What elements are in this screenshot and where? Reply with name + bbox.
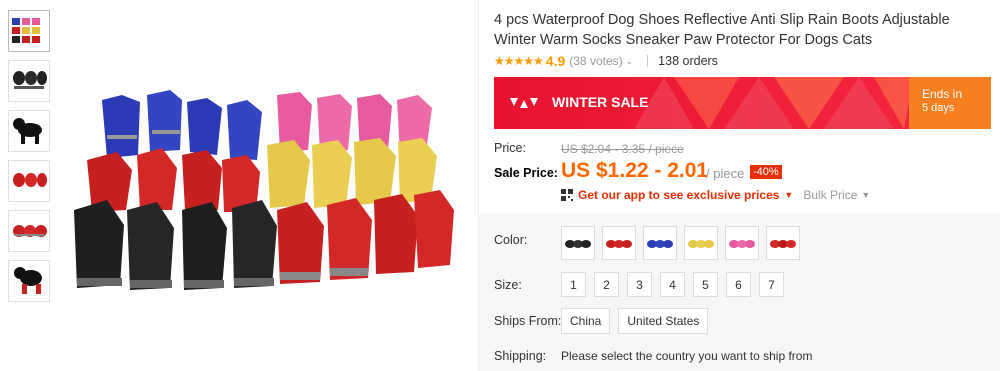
color-swatch-yellow[interactable]: [684, 226, 718, 260]
thumbnail-2[interactable]: [8, 60, 50, 102]
chevron-down-icon[interactable]: ▼: [861, 190, 870, 200]
qr-code-icon: [561, 189, 573, 201]
bulk-price-link[interactable]: Bulk Price: [803, 188, 857, 202]
thumbnail-3[interactable]: [8, 110, 50, 152]
app-price-row: Get our app to see exclusive prices ▼ Bu…: [561, 188, 870, 202]
shoes-collage-thumb: [12, 18, 40, 43]
size-option-1[interactable]: 1: [561, 272, 586, 297]
banner-label: WINTER SALE: [552, 94, 649, 110]
divider: [647, 55, 649, 67]
sale-price-label: Sale Price:: [494, 166, 558, 180]
dog-thumb: [13, 118, 42, 144]
color-swatch-pink[interactable]: [725, 226, 759, 260]
discount-badge: -40%: [750, 165, 782, 179]
chevron-down-icon[interactable]: ▼: [784, 190, 793, 200]
black-shoes-icon: [565, 240, 591, 248]
countdown-box: Ends in 5 days: [909, 77, 991, 129]
product-title: 4 pcs Waterproof Dog Shoes Reflective An…: [494, 12, 950, 48]
thumbnail-4[interactable]: [8, 160, 50, 202]
pink-shoes-icon: [729, 240, 755, 248]
days-left: 5 days: [922, 102, 955, 114]
star-rating-icon: ★★★★★: [494, 54, 544, 68]
size-option-3[interactable]: 3: [627, 272, 652, 297]
product-main-image[interactable]: [62, 60, 462, 330]
color-swatch-red-alt[interactable]: [766, 226, 800, 260]
sale-logo-icon: [510, 98, 538, 108]
shipping-message: Please select the country you want to sh…: [561, 349, 813, 363]
red-shoes-thumb: [13, 173, 47, 187]
size-option-5[interactable]: 5: [693, 272, 718, 297]
winter-sale-banner: WINTER SALE Ends in 5 days: [494, 77, 991, 129]
per-piece-unit: / piece: [706, 166, 745, 181]
yellow-boots: [267, 138, 437, 208]
red-shoes-icon: [606, 240, 632, 248]
size-option-4[interactable]: 4: [660, 272, 685, 297]
sale-price: US $1.22 - 2.01: [561, 159, 709, 182]
dog-thumb-2: [14, 267, 42, 294]
blue-boots: [102, 90, 262, 160]
color-swatch-red[interactable]: [602, 226, 636, 260]
product-info-panel: 4 pcs Waterproof Dog Shoes Reflective An…: [478, 0, 1000, 371]
size-options: 1 2 3 4 5 6 7: [561, 272, 792, 297]
shipping-label: Shipping:: [494, 349, 547, 363]
rating-row: ★★★★★ 4.9 (38 votes) ⌄ 138 orders: [494, 53, 718, 69]
black-boots: [74, 200, 277, 290]
thumbnail-1[interactable]: [8, 10, 50, 52]
color-swatch-blue[interactable]: [643, 226, 677, 260]
red-shoes-icon-2: [770, 240, 796, 248]
thumbnail-5[interactable]: [8, 210, 50, 252]
orders-count: 138 orders: [658, 54, 718, 68]
banner-pattern: [634, 77, 914, 129]
ships-from-label: Ships From:: [494, 314, 562, 328]
ships-from-china[interactable]: China: [561, 308, 611, 334]
color-swatches: [561, 226, 807, 260]
blue-shoes-icon: [647, 240, 673, 248]
size-option-7[interactable]: 7: [759, 272, 784, 297]
ships-from-options: China United States: [561, 308, 716, 334]
price-label: Price:: [494, 141, 526, 155]
votes-count[interactable]: (38 votes): [569, 54, 622, 68]
chevron-down-icon[interactable]: ⌄: [626, 56, 634, 67]
color-label: Color:: [494, 233, 528, 247]
app-prices-link[interactable]: Get our app to see exclusive prices: [578, 188, 779, 202]
color-swatch-black[interactable]: [561, 226, 595, 260]
black-shoes-thumb: [13, 71, 47, 89]
size-option-2[interactable]: 2: [594, 272, 619, 297]
thumbnail-6[interactable]: [8, 260, 50, 302]
ships-from-united-states[interactable]: United States: [618, 308, 709, 334]
ends-in-label: Ends in: [922, 87, 963, 101]
thumbnail-list: [8, 10, 52, 310]
yellow-shoes-icon: [688, 240, 714, 248]
rating-value: 4.9: [545, 53, 566, 69]
red-boots: [87, 148, 260, 212]
red-shoes-thumb-2: [13, 225, 47, 237]
size-label: Size:: [494, 278, 522, 292]
size-option-6[interactable]: 6: [726, 272, 751, 297]
original-price: US $2.04 - 3.35 / piece: [561, 142, 684, 156]
